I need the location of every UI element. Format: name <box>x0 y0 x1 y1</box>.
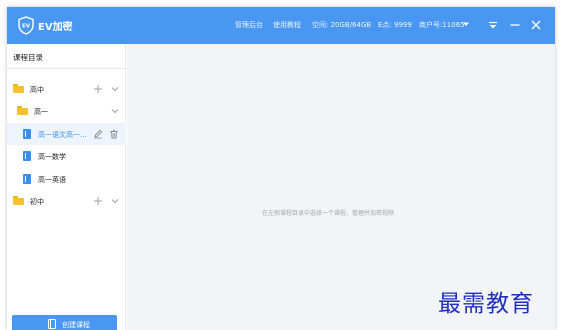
course-icon <box>23 151 31 161</box>
tree-node-gaoyi[interactable]: 高一 <box>7 100 126 122</box>
minimize-icon[interactable] <box>506 16 524 34</box>
close-icon[interactable] <box>527 16 545 34</box>
menu-icon[interactable] <box>484 16 502 34</box>
watermark: 最需教育 <box>438 291 534 317</box>
tree-node-chuzhong[interactable]: 初中 <box>7 190 126 212</box>
folder-open-icon <box>17 106 28 115</box>
course-sidebar: 课程目录 高中 高一 高一语文高一... 高一数学 高一英语 初中 创建课程 <box>7 44 126 330</box>
storage-status: 空间: 20GB/64GB <box>312 21 372 29</box>
chevron-down-icon[interactable] <box>110 196 120 206</box>
course-label: 高一英语 <box>38 176 66 184</box>
course-item-1[interactable]: 高一语文高一... <box>7 123 126 145</box>
sidebar-header: 课程目录 <box>7 44 126 69</box>
chevron-down-icon[interactable] <box>110 84 120 94</box>
tree-node-label: 初中 <box>30 198 44 206</box>
sidebar-title: 课程目录 <box>13 53 43 62</box>
create-course-label: 创建课程 <box>62 321 90 329</box>
book-icon <box>48 319 56 329</box>
folder-icon <box>13 196 24 205</box>
course-icon <box>23 129 31 139</box>
empty-state-hint: 在左侧课程目录中选择一个课程，管理并加密视频 <box>261 210 394 217</box>
logo-text: EV <box>22 24 31 30</box>
delete-icon[interactable] <box>109 129 119 139</box>
tree-node-label: 高中 <box>30 86 44 94</box>
caret-down-icon[interactable] <box>462 20 470 28</box>
add-icon[interactable] <box>93 84 103 94</box>
tutorial-link[interactable]: 使用教程 <box>273 20 301 30</box>
edit-icon[interactable] <box>93 129 103 139</box>
course-label: 高一数学 <box>38 153 66 161</box>
app-title: EV加密 <box>38 22 73 33</box>
course-item-3[interactable]: 高一英语 <box>7 168 126 190</box>
folder-icon <box>13 84 24 93</box>
course-icon <box>23 174 31 184</box>
tree-node-gaozhong[interactable]: 高中 <box>7 78 126 100</box>
app-window: EV EV加密 管理后台 使用教程 空间: 20GB/64GB E点: 9999… <box>7 7 555 330</box>
chevron-down-icon[interactable] <box>110 106 120 116</box>
admin-link[interactable]: 管理后台 <box>235 20 263 30</box>
tree-node-label: 高一 <box>34 108 48 116</box>
course-label: 高一语文高一... <box>38 131 87 139</box>
title-bar: EV EV加密 管理后台 使用教程 空间: 20GB/64GB E点: 9999… <box>7 7 555 44</box>
add-icon[interactable] <box>93 196 103 206</box>
coins-status: E点: 9999 <box>378 21 412 29</box>
account-dropdown[interactable]: 商户号:11065 <box>419 20 465 30</box>
create-course-button[interactable]: 创建课程 <box>12 315 117 330</box>
course-item-2[interactable]: 高一数学 <box>7 145 126 167</box>
shield-logo-icon: EV <box>18 16 34 35</box>
